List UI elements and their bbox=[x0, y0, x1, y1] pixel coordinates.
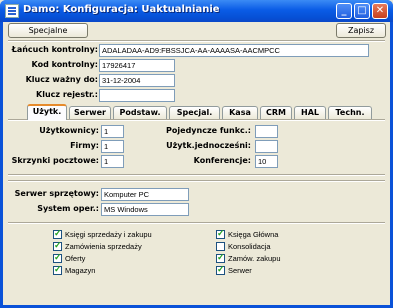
divider bbox=[8, 180, 385, 182]
mailbox-label: Skrzynki pocztowe: bbox=[11, 156, 99, 165]
single-user-field[interactable] bbox=[255, 125, 278, 138]
chain-field[interactable]: ADALADAA-AD9:FBSSJCA-AA-AAAASA-AACMPCC bbox=[99, 44, 369, 57]
server-field[interactable]: Komputer PC bbox=[101, 188, 189, 201]
concurrent-field[interactable] bbox=[255, 140, 278, 153]
code-label: Kod kontrolny: bbox=[31, 60, 98, 69]
checkbox-box[interactable] bbox=[53, 240, 62, 251]
chain-label: Łańcuch kontrolny: bbox=[11, 45, 98, 54]
tab-hal[interactable]: HAL bbox=[294, 106, 326, 119]
code-field[interactable]: 17926417 bbox=[99, 59, 175, 72]
app-icon bbox=[5, 4, 19, 18]
single-user-label: Pojedyncze funkc.: bbox=[166, 126, 251, 135]
title-bar[interactable]: Damo: Konfiguracja: Uaktualnianie _ □ ✕ bbox=[0, 0, 393, 22]
tab-server[interactable]: Serwer bbox=[69, 106, 111, 119]
checkbox-box[interactable] bbox=[216, 228, 225, 239]
valid-label: Klucz ważny do: bbox=[25, 75, 98, 84]
tab-crm[interactable]: CRM bbox=[260, 106, 292, 119]
conferences-label: Konferencje: bbox=[193, 156, 251, 165]
users-label: Użytkownicy: bbox=[39, 126, 99, 135]
divider bbox=[8, 222, 385, 224]
checkbox-box[interactable] bbox=[216, 264, 225, 275]
tab-tech[interactable]: Techn. bbox=[328, 106, 372, 119]
concurrent-label: Użytk.jednocześni: bbox=[166, 141, 251, 150]
module-label: Magazyn bbox=[65, 266, 96, 275]
module-label: Konsolidacja bbox=[228, 242, 271, 251]
tab-users[interactable]: Użytk. bbox=[27, 104, 67, 120]
checkbox-box[interactable] bbox=[216, 242, 225, 251]
minimize-button[interactable]: _ bbox=[336, 3, 352, 19]
module-label: Oferty bbox=[65, 254, 86, 263]
tab-cash[interactable]: Kasa bbox=[222, 106, 258, 119]
window: Damo: Konfiguracja: Uaktualnianie _ □ ✕ … bbox=[0, 0, 393, 308]
server-label: Serwer sprzętowy: bbox=[14, 189, 99, 198]
valid-until-field[interactable]: 31-12-2004 bbox=[99, 74, 175, 87]
tab-basic[interactable]: Podstaw. bbox=[113, 106, 167, 119]
register-label: Klucz rejestr.: bbox=[36, 90, 98, 99]
module-label: Serwer bbox=[228, 266, 252, 275]
os-field[interactable]: MS Windows bbox=[101, 203, 189, 216]
os-label: System oper.: bbox=[37, 204, 99, 213]
dialog-body: Specjalne Zapisz Łańcuch kontrolny: ADAL… bbox=[3, 22, 390, 305]
firms-field[interactable]: 1 bbox=[101, 140, 124, 153]
divider bbox=[8, 40, 385, 42]
module-label: Zamów. zakupu bbox=[228, 254, 281, 263]
checkbox-box[interactable] bbox=[53, 264, 62, 275]
module-label: Zamówienia sprzedaży bbox=[65, 242, 142, 251]
conferences-field[interactable]: 10 bbox=[255, 155, 278, 168]
module-label: Księga Główna bbox=[228, 230, 279, 239]
checkbox-box[interactable] bbox=[53, 228, 62, 239]
window-title: Damo: Konfiguracja: Uaktualnianie bbox=[23, 4, 220, 15]
module-label: Księgi sprzedaży i zakupu bbox=[65, 230, 152, 239]
register-field[interactable] bbox=[99, 89, 175, 102]
save-button[interactable]: Zapisz bbox=[336, 23, 386, 38]
maximize-button[interactable]: □ bbox=[354, 3, 370, 19]
divider bbox=[8, 174, 385, 176]
users-field[interactable]: 1 bbox=[101, 125, 124, 138]
checkbox-box[interactable] bbox=[216, 252, 225, 263]
close-button[interactable]: ✕ bbox=[372, 3, 388, 19]
firms-label: Firmy: bbox=[70, 141, 99, 150]
special-button[interactable]: Specjalne bbox=[8, 23, 88, 38]
checkbox-box[interactable] bbox=[53, 252, 62, 263]
tab-special[interactable]: Specjal. bbox=[169, 106, 220, 119]
mailbox-field[interactable]: 1 bbox=[101, 155, 124, 168]
